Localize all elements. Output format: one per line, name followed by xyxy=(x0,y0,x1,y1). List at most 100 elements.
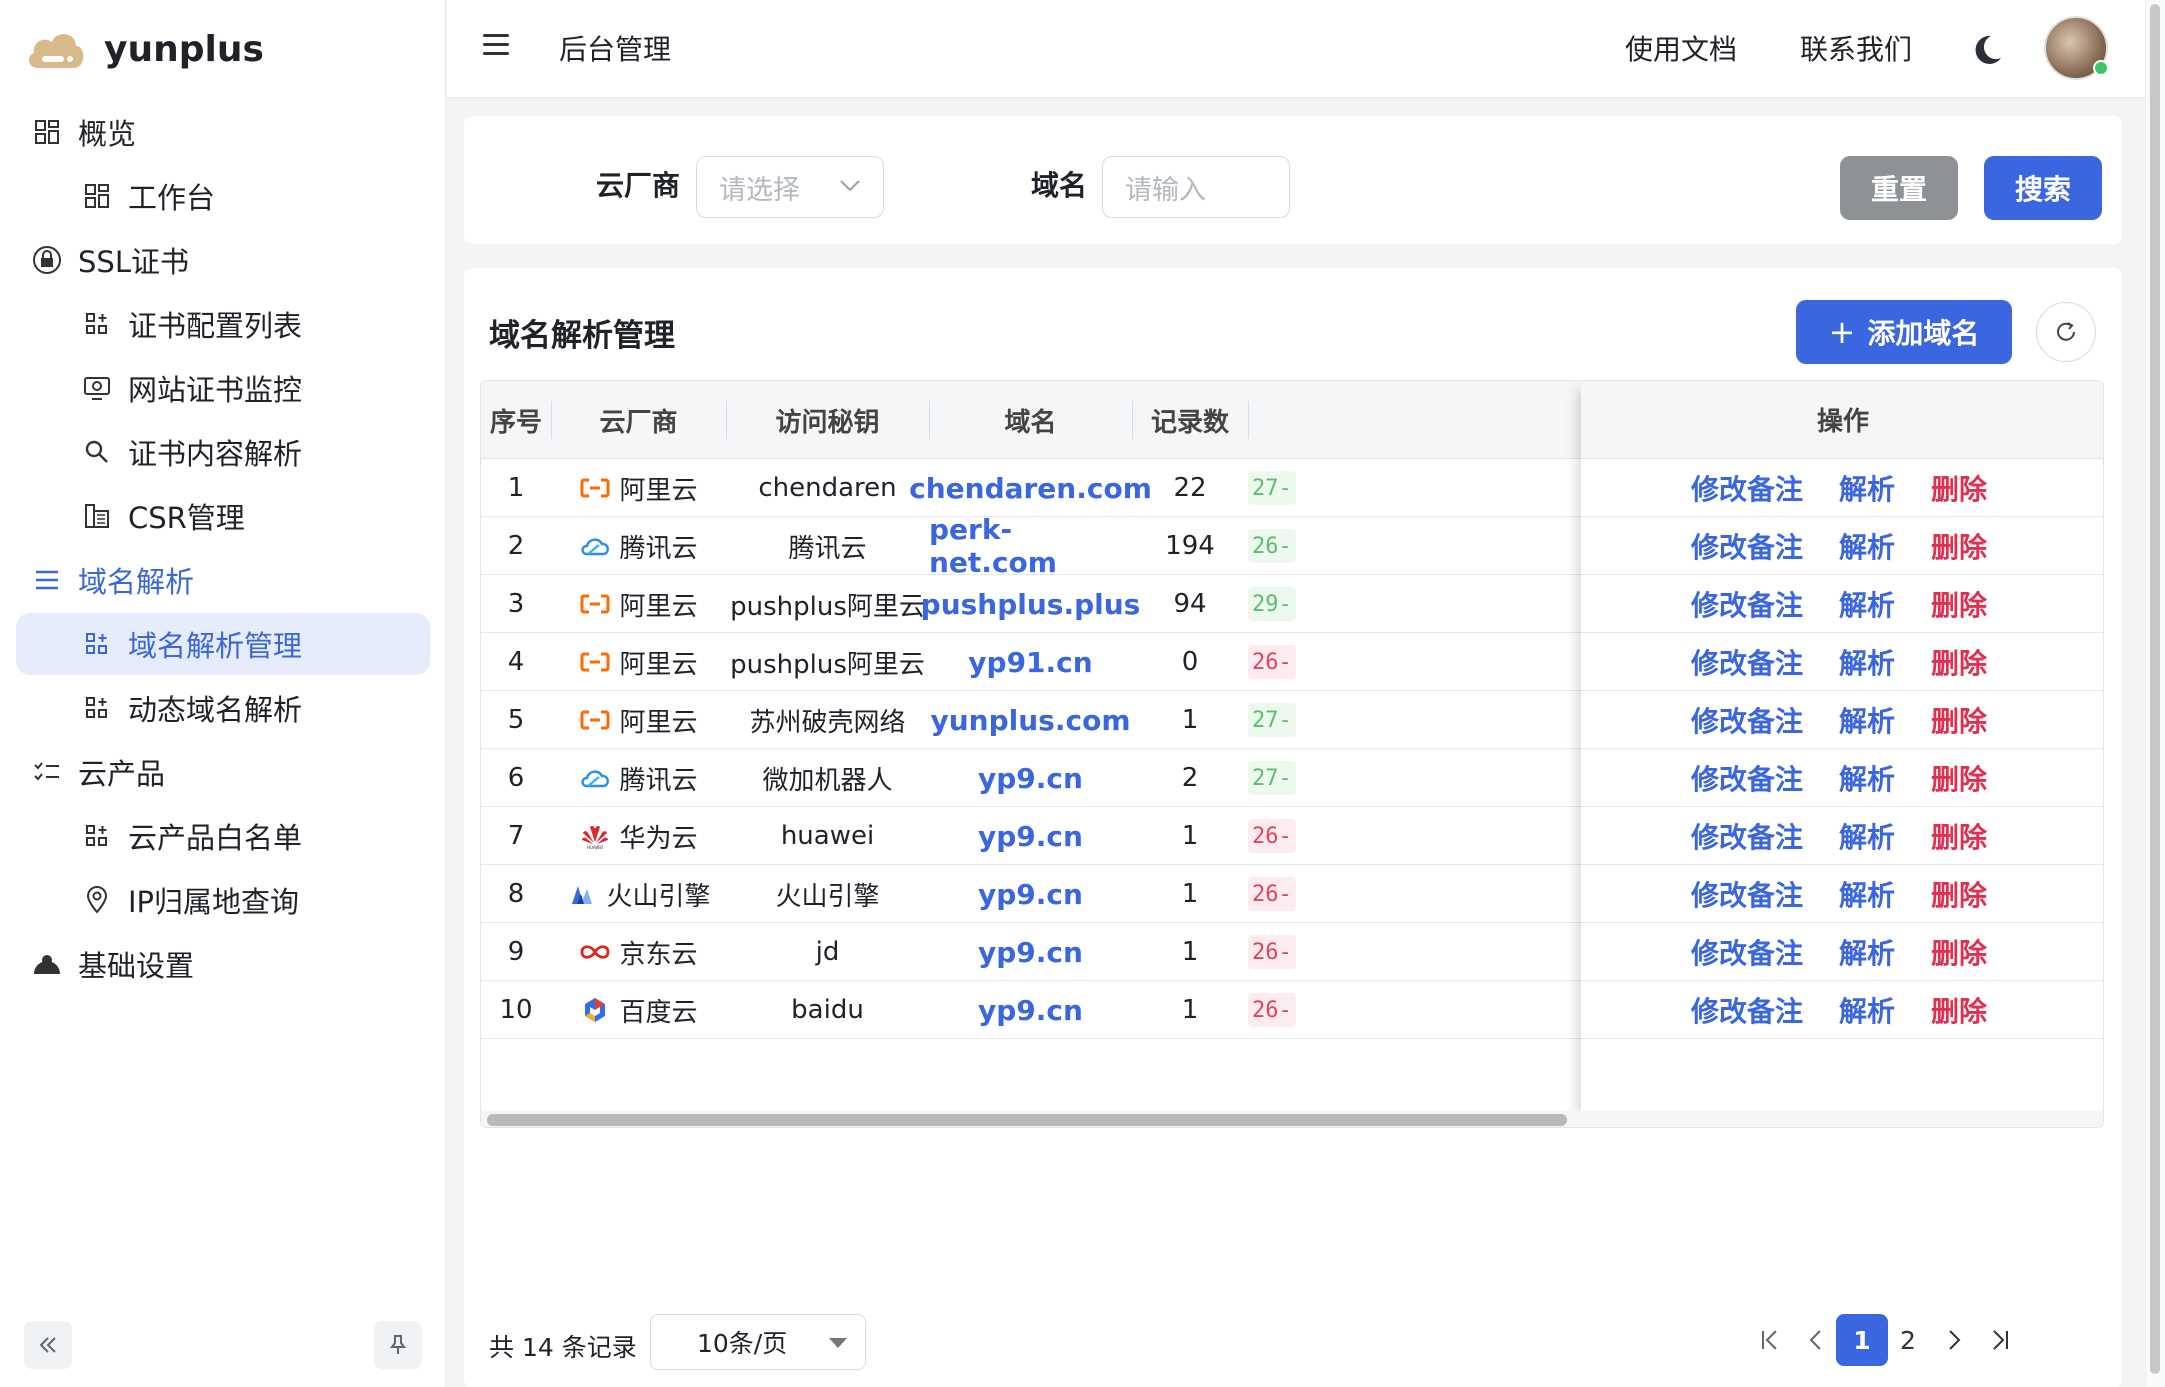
location-icon xyxy=(80,883,114,917)
delete-button[interactable]: 删除 xyxy=(1931,691,1987,749)
delete-button[interactable]: 删除 xyxy=(1931,575,1987,633)
domain-search-input[interactable]: 请输入 xyxy=(1102,156,1290,218)
resolve-button[interactable]: 解析 xyxy=(1839,981,1895,1039)
refresh-button[interactable] xyxy=(2036,302,2096,362)
vendor-label: 云厂商 xyxy=(596,169,681,202)
add-domain-button[interactable]: + 添加域名 xyxy=(1796,300,2012,364)
cell-access-key: huawei xyxy=(780,821,875,851)
lock-icon xyxy=(30,243,64,277)
actions-row: 修改备注 解析 删除 xyxy=(1581,749,2103,807)
next-page-button[interactable] xyxy=(1928,1314,1980,1366)
resolve-button[interactable]: 解析 xyxy=(1839,517,1895,575)
prev-page-button[interactable] xyxy=(1790,1314,1842,1366)
cell-domain-link[interactable]: yp9.cn xyxy=(929,865,1132,923)
cell-index: 4 xyxy=(507,647,525,677)
cell-domain-link[interactable]: chendaren.com xyxy=(909,459,1152,517)
cell-vendor: 火山引擎 xyxy=(551,865,726,923)
cell-vendor: 腾讯云 xyxy=(551,517,726,575)
sidebar-item-label: 动态域名解析 xyxy=(128,693,303,727)
cell-domain-link[interactable]: yp9.cn xyxy=(929,749,1132,807)
sidebar-footer xyxy=(0,1307,445,1387)
first-page-button[interactable] xyxy=(1744,1314,1796,1366)
cell-domain-link[interactable]: yp9.cn xyxy=(929,981,1132,1039)
resolve-button[interactable]: 解析 xyxy=(1839,575,1895,633)
resolve-button[interactable]: 解析 xyxy=(1839,691,1895,749)
vendor-select[interactable]: 请选择 xyxy=(696,156,884,218)
pagination-total: 共 14 条记录 xyxy=(489,1333,637,1362)
cloud-logo-icon xyxy=(29,34,84,68)
delete-button[interactable]: 删除 xyxy=(1931,865,1987,923)
page-2-button[interactable]: 2 xyxy=(1882,1314,1934,1366)
cell-index: 7 xyxy=(507,821,525,851)
edit-note-button[interactable]: 修改备注 xyxy=(1691,807,1803,865)
col-header-vendor: 云厂商 xyxy=(599,407,678,438)
cell-domain-link[interactable]: yp9.cn xyxy=(929,807,1132,865)
cell-index: 8 xyxy=(507,879,525,909)
sidebar-item-8[interactable]: 域名解析 xyxy=(30,538,194,622)
resolve-button[interactable]: 解析 xyxy=(1839,749,1895,807)
search-button[interactable]: 搜索 xyxy=(1984,156,2102,220)
svg-text:HUAWEI: HUAWEI xyxy=(587,845,603,849)
panel-title: 域名解析管理 xyxy=(489,318,675,354)
edit-note-button[interactable]: 修改备注 xyxy=(1691,575,1803,633)
delete-button[interactable]: 删除 xyxy=(1931,459,1987,517)
col-header-access-key: 访问秘钥 xyxy=(775,407,880,438)
cell-access-key: pushplus阿里云 xyxy=(730,649,925,680)
page-scrollbar-thumb[interactable] xyxy=(2150,4,2160,1374)
resolve-button[interactable]: 解析 xyxy=(1839,807,1895,865)
cell-index: 3 xyxy=(507,589,525,619)
edit-note-button[interactable]: 修改备注 xyxy=(1691,633,1803,691)
table-horizontal-scrollbar[interactable] xyxy=(481,1111,2103,1127)
dark-mode-moon-icon[interactable] xyxy=(1969,32,2005,68)
edit-note-button[interactable]: 修改备注 xyxy=(1691,459,1803,517)
apps-icon xyxy=(80,307,114,341)
page-1-button[interactable]: 1 xyxy=(1836,1314,1888,1366)
apps-icon xyxy=(80,691,114,725)
resolve-button[interactable]: 解析 xyxy=(1839,923,1895,981)
edit-note-button[interactable]: 修改备注 xyxy=(1691,749,1803,807)
app-logo[interactable]: yunplus xyxy=(24,20,264,78)
resolve-button[interactable]: 解析 xyxy=(1839,865,1895,923)
delete-button[interactable]: 删除 xyxy=(1931,517,1987,575)
sidebar-item-label: 云产品 xyxy=(78,757,166,791)
expiry-date-tag: 27- xyxy=(1248,761,1296,795)
first-page-icon xyxy=(1762,1330,1777,1350)
page-title: 后台管理 xyxy=(559,33,672,66)
cell-vendor: 百度云 xyxy=(551,981,726,1039)
resolve-button[interactable]: 解析 xyxy=(1839,633,1895,691)
menu-toggle-icon[interactable] xyxy=(483,34,509,58)
table-scrollbar-thumb[interactable] xyxy=(487,1114,1567,1126)
cell-domain-link[interactable]: yunplus.com xyxy=(929,691,1132,749)
refresh-icon xyxy=(2057,322,2075,341)
last-page-button[interactable] xyxy=(1974,1314,2026,1366)
delete-button[interactable]: 删除 xyxy=(1931,981,1987,1039)
edit-note-button[interactable]: 修改备注 xyxy=(1691,923,1803,981)
docs-link[interactable]: 使用文档 xyxy=(1625,28,1737,68)
resolve-button[interactable]: 解析 xyxy=(1839,459,1895,517)
cell-domain-link[interactable]: yp91.cn xyxy=(929,633,1132,691)
vendor-select-placeholder: 请选择 xyxy=(719,174,800,206)
actions-row: 修改备注 解析 删除 xyxy=(1581,633,2103,691)
delete-button[interactable]: 删除 xyxy=(1931,749,1987,807)
app-name: yunplus xyxy=(104,28,264,70)
sidebar-item-label: 云产品白名单 xyxy=(128,821,303,855)
cell-domain-link[interactable]: perk-net.com xyxy=(929,513,1132,579)
edit-note-button[interactable]: 修改备注 xyxy=(1691,691,1803,749)
delete-button[interactable]: 删除 xyxy=(1931,807,1987,865)
edit-note-button[interactable]: 修改备注 xyxy=(1691,517,1803,575)
reset-button[interactable]: 重置 xyxy=(1840,156,1958,220)
cell-vendor: 腾讯云 xyxy=(551,749,726,807)
edit-note-button[interactable]: 修改备注 xyxy=(1691,981,1803,1039)
delete-button[interactable]: 删除 xyxy=(1931,923,1987,981)
contact-link[interactable]: 联系我们 xyxy=(1800,28,1912,68)
chevron-down-icon xyxy=(840,180,860,192)
sidebar-item-14[interactable]: 基础设置 xyxy=(30,922,194,1006)
cell-domain-link[interactable]: yp9.cn xyxy=(929,923,1132,981)
actions-fixed-column: 操作 修改备注 解析 删除 修改备注 解析 删除 修改备注 解析 删除 修改备注 解析 删除 修改备注解… xyxy=(1581,381,2103,1127)
collapse-sidebar-button[interactable] xyxy=(24,1321,72,1369)
vendor-name: 腾讯云 xyxy=(619,765,698,796)
delete-button[interactable]: 删除 xyxy=(1931,633,1987,691)
edit-note-button[interactable]: 修改备注 xyxy=(1691,865,1803,923)
cell-domain-link[interactable]: pushplus.plus xyxy=(921,575,1141,633)
pin-sidebar-button[interactable] xyxy=(374,1321,422,1369)
